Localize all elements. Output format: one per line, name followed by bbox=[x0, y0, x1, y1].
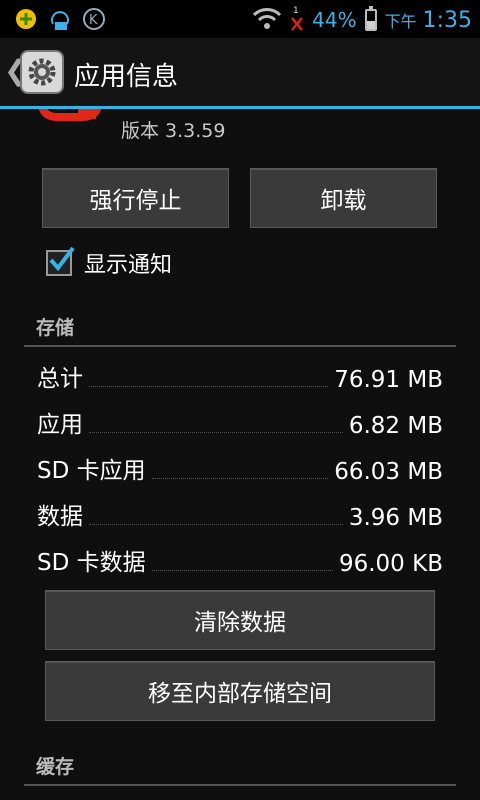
storage-row-total: 总计 76.91 MB bbox=[37, 359, 443, 393]
storage-row-sd-data: SD 卡数据 96.00 KB bbox=[37, 543, 443, 577]
storage-row-value: 76.91 MB bbox=[334, 367, 443, 393]
bluetooth-chat-icon bbox=[48, 6, 72, 36]
no-signal-icon: 1 bbox=[290, 4, 304, 36]
storage-row-value: 66.03 MB bbox=[334, 459, 443, 485]
show-notification-checkbox[interactable] bbox=[46, 246, 75, 276]
action-bar: ❮ 应用信息 bbox=[0, 38, 480, 109]
battery-percent: 44% bbox=[312, 8, 357, 32]
app-version: 版本 3.3.59 bbox=[121, 120, 226, 142]
wifi-icon bbox=[252, 6, 282, 34]
app-notify-icon bbox=[14, 7, 38, 35]
storage-row-value: 6.82 MB bbox=[348, 413, 443, 439]
storage-row-sd-app: SD 卡应用 66.03 MB bbox=[37, 451, 443, 485]
storage-row-value: 96.00 KB bbox=[338, 551, 443, 577]
storage-section-header: 存储 bbox=[36, 317, 75, 339]
uninstall-button[interactable]: 卸载 bbox=[250, 168, 437, 228]
svg-text:K: K bbox=[89, 13, 98, 28]
page-title: 应用信息 bbox=[74, 62, 179, 92]
cache-section-header: 缓存 bbox=[36, 756, 75, 778]
force-stop-button[interactable]: 强行停止 bbox=[42, 168, 229, 228]
app-info-content: 版本 3.3.59 强行停止 卸载 显示通知 存储 总计 76.91 MB 应用… bbox=[0, 109, 480, 800]
storage-row-label: 总计 bbox=[37, 366, 83, 392]
move-to-internal-storage-button[interactable]: 移至内部存储空间 bbox=[45, 661, 435, 721]
show-notification-row[interactable]: 显示通知 bbox=[46, 246, 173, 279]
storage-row-value: 3.96 MB bbox=[348, 505, 443, 531]
time-ampm: 下午 bbox=[384, 12, 417, 31]
k-app-icon: K bbox=[82, 7, 106, 35]
storage-row-label: SD 卡应用 bbox=[37, 458, 146, 484]
storage-row-label: 应用 bbox=[37, 412, 83, 438]
clear-data-button[interactable]: 清除数据 bbox=[45, 590, 435, 650]
battery-icon bbox=[364, 6, 377, 31]
storage-row-data: 数据 3.96 MB bbox=[37, 497, 443, 531]
svg-text:1: 1 bbox=[293, 6, 299, 16]
clock: 1:35 bbox=[422, 7, 472, 33]
settings-gear-icon[interactable] bbox=[20, 50, 64, 94]
storage-row-app: 应用 6.82 MB bbox=[37, 405, 443, 439]
storage-row-label: 数据 bbox=[37, 504, 83, 530]
storage-divider bbox=[24, 345, 456, 347]
app-logo-icon bbox=[38, 109, 104, 135]
storage-row-label: SD 卡数据 bbox=[37, 550, 146, 576]
cache-divider bbox=[24, 784, 456, 786]
status-bar: K 1 44% 下午 1:35 bbox=[0, 0, 480, 38]
show-notification-label: 显示通知 bbox=[84, 253, 173, 278]
